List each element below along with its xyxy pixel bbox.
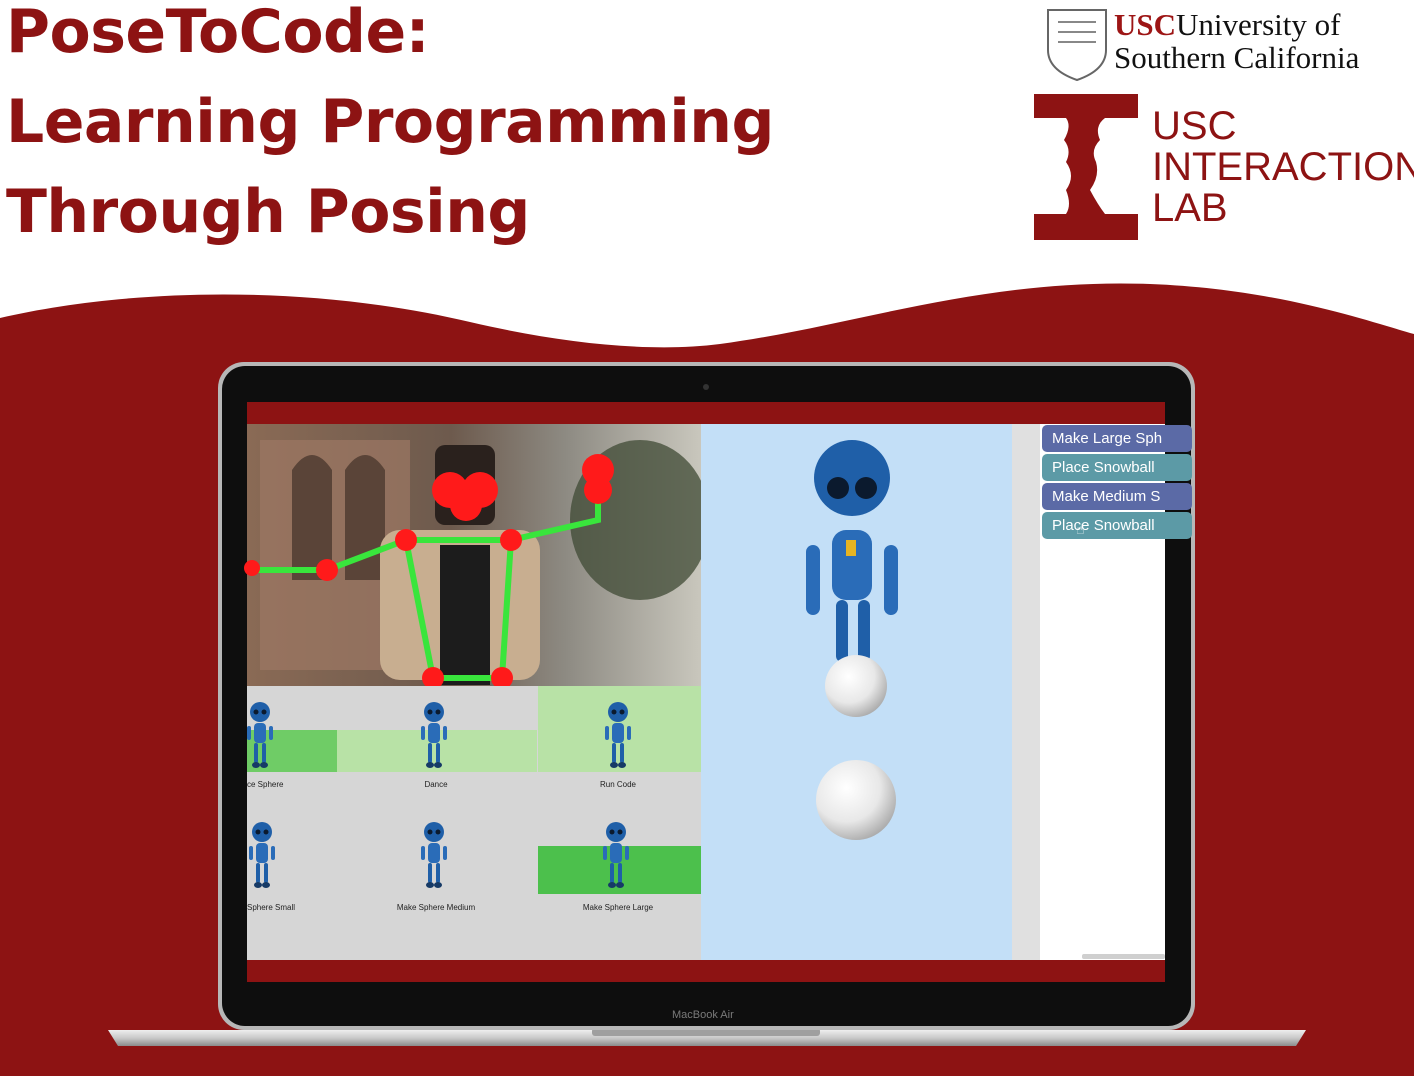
code-block-make-large[interactable]: Make Large Sph [1042, 425, 1192, 452]
title-line-3: Through Posing [6, 177, 530, 247]
usc-wordmark: USCUniversity of Southern California [1114, 8, 1359, 74]
usc-seal-icon [1047, 9, 1107, 82]
usc-mark: USC [1114, 7, 1177, 42]
lab-line-2: INTERACTION [1152, 145, 1414, 189]
usc-rest: University of [1176, 7, 1341, 42]
lab-line-1: USC [1152, 104, 1237, 148]
pose-label-sphere-medium[interactable]: Make Sphere Medium [376, 903, 496, 912]
code-block-make-medium[interactable]: Make Medium S [1042, 483, 1192, 510]
interaction-lab-logo [1034, 94, 1138, 240]
hand-cursor-icon: ☝ [1076, 522, 1085, 538]
pose-label-sphere-small[interactable]: Sphere Small [247, 903, 317, 912]
lab-line-3: LAB [1152, 186, 1228, 230]
pose-label-sphere-large[interactable]: Make Sphere Large [558, 903, 678, 912]
title-line-2: Learning Programming [6, 87, 774, 157]
usc-line2: Southern California [1114, 40, 1360, 75]
pose-label-dance[interactable]: Dance [386, 780, 486, 789]
pose-label-run-code[interactable]: Run Code [568, 780, 668, 789]
snowball-sphere [825, 655, 887, 717]
title-line-1: PoseToCode: [6, 0, 430, 67]
lab-wordmark: USC INTERACTION LAB [1152, 106, 1414, 229]
pose-label-place-sphere[interactable]: ce Sphere [247, 780, 307, 789]
code-block-place-snowball-2[interactable]: Place Snowball [1042, 512, 1192, 539]
laptop-brand: MacBook Air [672, 1009, 734, 1021]
snowball-sphere-2 [816, 760, 896, 840]
code-block-place-snowball-1[interactable]: Place Snowball [1042, 454, 1192, 481]
